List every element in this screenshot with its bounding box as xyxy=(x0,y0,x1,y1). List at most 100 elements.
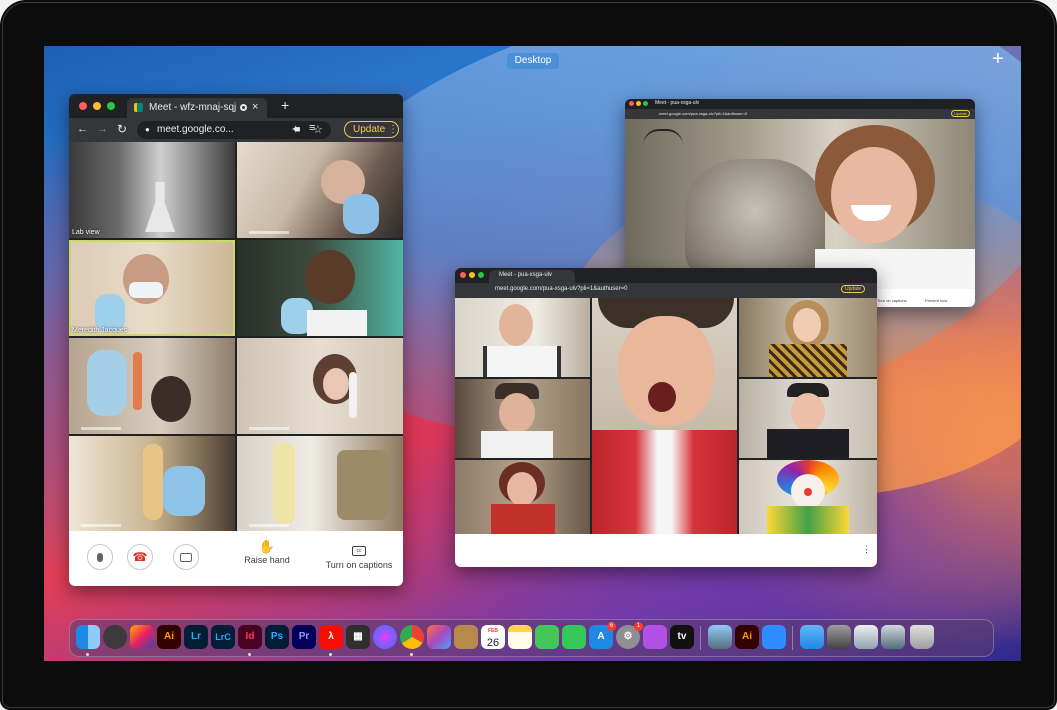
video-tile[interactable] xyxy=(69,338,235,434)
active-speaker-tile[interactable] xyxy=(592,298,737,534)
participant-face xyxy=(831,147,917,243)
video-tile[interactable] xyxy=(455,379,590,458)
settings-badge: 1 xyxy=(634,622,643,631)
close-window-button[interactable] xyxy=(629,101,634,106)
extensions-icon[interactable]: ✦ xyxy=(291,123,300,136)
video-tile[interactable]: Lab view xyxy=(69,142,235,238)
minimize-window-button[interactable] xyxy=(469,272,475,278)
premiere-icon[interactable]: Pr xyxy=(292,625,316,649)
keka-icon[interactable] xyxy=(454,625,478,649)
video-tile[interactable] xyxy=(739,460,877,534)
quicktime-icon[interactable] xyxy=(103,625,127,649)
meet-window-main[interactable]: Meet - wfz-mnaj-sqj × + ← → ↻ ● meet.goo… xyxy=(69,94,403,586)
speaker-video[interactable] xyxy=(625,119,975,289)
screenshot-thumbnail-icon[interactable] xyxy=(827,625,851,649)
indesign-icon[interactable]: Id xyxy=(238,625,262,649)
preview-icon[interactable] xyxy=(708,625,732,649)
zoom-icon[interactable] xyxy=(762,625,786,649)
captions-label[interactable]: Turn on captions xyxy=(877,298,907,303)
close-window-button[interactable] xyxy=(79,102,87,110)
screenshot-thumbnail-icon[interactable] xyxy=(854,625,878,649)
video-tile[interactable] xyxy=(455,460,590,534)
add-space-button[interactable]: + xyxy=(992,49,1004,69)
more-options-button[interactable]: ⋮ xyxy=(862,544,871,555)
launchpad-icon[interactable] xyxy=(427,625,451,649)
dock-separator xyxy=(792,626,793,650)
running-indicator xyxy=(86,653,89,656)
media-icon[interactable]: ≡ xyxy=(309,122,315,134)
minimize-window-button[interactable] xyxy=(636,101,641,106)
participant-silhouette xyxy=(305,250,355,304)
tab-close-button[interactable]: × xyxy=(252,101,258,113)
video-tile[interactable] xyxy=(69,436,235,531)
participant-name: Lab view xyxy=(72,229,100,236)
running-indicator xyxy=(410,653,413,656)
forward-icon[interactable]: → xyxy=(97,123,108,135)
shirt-shape xyxy=(481,431,553,458)
acrobat-icon[interactable]: λ xyxy=(319,625,343,649)
zoom-window-button[interactable] xyxy=(107,102,115,110)
title-bar: Meet - pua-xsga-ulv xyxy=(625,99,975,109)
present-label[interactable]: Present now xyxy=(925,298,947,303)
update-button[interactable]: Update xyxy=(951,110,970,117)
lightroom-icon[interactable]: Lr xyxy=(184,625,208,649)
title-bar: Meet - pua-xsga-ulv xyxy=(455,268,877,283)
messages-icon[interactable] xyxy=(535,625,559,649)
name-label-bar xyxy=(81,427,121,430)
calendar-icon[interactable]: FEB 26 xyxy=(481,625,505,649)
camera-button[interactable] xyxy=(173,544,199,570)
url-text: meet.google.co... xyxy=(157,124,234,135)
desktop-space-label[interactable]: Desktop xyxy=(507,53,559,69)
finder-icon[interactable] xyxy=(76,625,100,649)
participant-face xyxy=(499,393,535,433)
url-field[interactable]: ● meet.google.co... ■ ☆ xyxy=(137,121,331,139)
meet-window-middle[interactable]: Meet - pua-xsga-ulv meet.google.com/pua-… xyxy=(455,268,877,567)
hang-up-button[interactable]: ☎ xyxy=(127,544,153,570)
microphone-button[interactable] xyxy=(87,544,113,570)
back-icon[interactable]: ← xyxy=(77,123,88,135)
minimize-window-button[interactable] xyxy=(93,102,101,110)
lightroom-classic-icon[interactable]: LrC xyxy=(211,625,235,649)
address-bar: meet.google.com/pua-xsga-ulv?pli=1&authu… xyxy=(455,283,877,298)
illustrator-icon[interactable]: Ai xyxy=(735,625,759,649)
url-text: meet.google.com/pua-xsga-ulv?pli=1&authu… xyxy=(495,286,628,292)
costume-shape xyxy=(769,344,847,377)
screenshot-thumbnail-icon[interactable] xyxy=(881,625,905,649)
video-tile[interactable] xyxy=(739,298,877,377)
trash-icon[interactable] xyxy=(910,625,934,649)
browser-tab[interactable]: Meet - wfz-mnaj-sqj × xyxy=(127,98,267,118)
apple-tv-icon[interactable]: tv xyxy=(670,625,694,649)
video-tile[interactable] xyxy=(739,379,877,458)
video-tile[interactable]: Meredith Jacques xyxy=(69,240,235,336)
screenshot-thumbnail-icon[interactable] xyxy=(800,625,824,649)
podcasts-icon[interactable] xyxy=(643,625,667,649)
browser-tab[interactable]: Meet - pua-xsga-ulv xyxy=(489,270,575,283)
url-text: meet.google.com/pua-xsga-ulv?pli=1&authu… xyxy=(659,111,748,116)
illustrator-icon[interactable]: Ai xyxy=(157,625,181,649)
update-button[interactable]: Update ⋮ xyxy=(344,121,399,138)
facetime-icon[interactable] xyxy=(562,625,586,649)
microphone-icon xyxy=(97,553,103,562)
final-cut-icon[interactable] xyxy=(130,625,154,649)
close-window-button[interactable] xyxy=(460,272,466,278)
video-tile[interactable] xyxy=(237,338,403,434)
test-tube-shape xyxy=(349,372,357,418)
notes-icon[interactable] xyxy=(508,625,532,649)
zoom-window-button[interactable] xyxy=(643,101,648,106)
video-tile[interactable] xyxy=(237,436,403,531)
captions-button[interactable]: cc Turn on captions xyxy=(319,539,399,579)
chrome-icon[interactable] xyxy=(400,625,424,649)
update-button[interactable]: Update xyxy=(841,285,866,293)
raise-hand-button[interactable]: ✋ Raise hand xyxy=(237,539,297,579)
face-shape xyxy=(323,368,349,400)
video-tile[interactable] xyxy=(237,142,403,238)
video-tile[interactable] xyxy=(237,240,403,336)
video-tile[interactable] xyxy=(455,298,590,377)
calculator-icon[interactable]: ▦ xyxy=(346,625,370,649)
siri-icon[interactable] xyxy=(373,625,397,649)
reload-icon[interactable]: ↻ xyxy=(117,122,127,136)
zoom-window-button[interactable] xyxy=(478,272,484,278)
photoshop-icon[interactable]: Ps xyxy=(265,625,289,649)
calendar-day: 26 xyxy=(486,637,500,649)
new-tab-button[interactable]: + xyxy=(281,97,289,113)
